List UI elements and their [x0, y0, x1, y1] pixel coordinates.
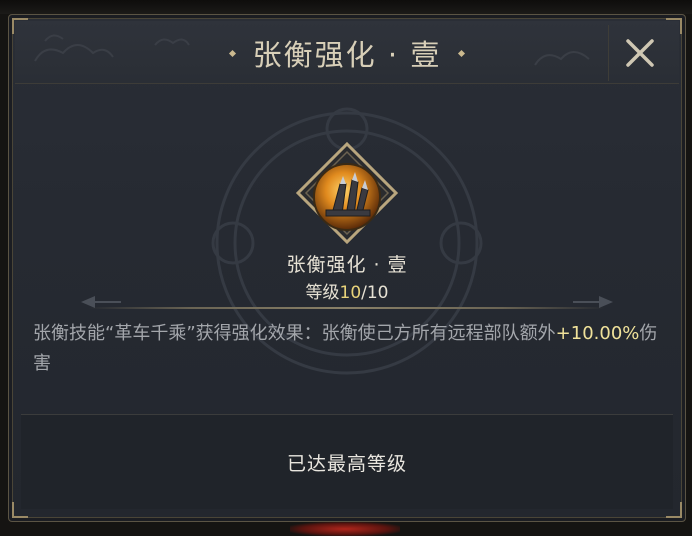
title-row: 张衡强化 · 壹 [15, 35, 679, 72]
description-value: +10.00% [555, 323, 640, 344]
skill-icon-frame [295, 141, 399, 245]
description-text: 张衡技能“革车千乘”获得强化效果：张衡使己方所有远程部队额外 [33, 323, 556, 344]
screen: 张衡强化 · 壹 张衡强化 · 壹 等级10/10 张衡技能“革车千乘”获得强化… [0, 0, 692, 536]
level-label: 等级 [305, 283, 340, 303]
diamond-dot-icon [228, 49, 236, 57]
max-level-status: 已达最高等级 [286, 452, 407, 475]
close-icon [626, 39, 654, 67]
skill-name: 张衡强化 · 壹 [286, 254, 408, 276]
skill-dialog: 张衡强化 · 壹 张衡强化 · 壹 等级10/10 张衡技能“革车千乘”获得强化… [8, 14, 686, 522]
level-current: 10 [339, 283, 362, 303]
skill-level: 等级10/10 [9, 278, 685, 303]
close-button[interactable] [608, 25, 671, 81]
skill-description: 张衡技能“革车千乘”获得强化效果：张衡使己方所有远程部队额外+10.00%伤害 [33, 319, 663, 379]
chariot-skill-icon [295, 141, 399, 245]
level-max: /10 [361, 283, 389, 303]
dialog-header: 张衡强化 · 壹 [15, 21, 679, 84]
diamond-dot-icon [458, 49, 466, 57]
divider [89, 307, 605, 309]
background-glow [290, 522, 400, 536]
background-top [0, 0, 692, 14]
dialog-footer: 已达最高等级 [21, 414, 673, 509]
dialog-title: 张衡强化 · 壹 [252, 38, 442, 72]
